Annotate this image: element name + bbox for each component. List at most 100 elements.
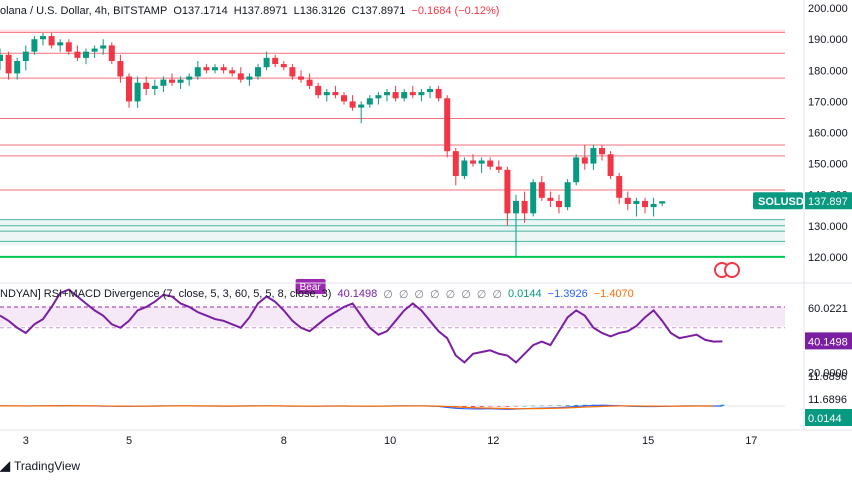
- indicator-value: −1.4070: [593, 288, 634, 300]
- macd-pane: 11.6896 0.0144: [0, 394, 852, 426]
- candle-body: [358, 104, 365, 108]
- indicator-value: −1.3926: [547, 288, 588, 300]
- candle-body: [495, 166, 502, 170]
- price-tick-label: 170.000: [808, 96, 848, 108]
- macd-histogram-bar: [557, 405, 561, 406]
- price-tick-label: 160.000: [808, 128, 848, 140]
- candle-body: [452, 151, 459, 177]
- candle-body: [409, 92, 416, 96]
- event-flag-icon: [724, 262, 740, 278]
- rsi-tick-label: 60.0221: [808, 303, 848, 315]
- price-tick-label: 150.000: [808, 159, 848, 171]
- time-tick-label: 12: [487, 435, 499, 447]
- candle-body: [366, 98, 373, 105]
- candle-body: [547, 197, 554, 201]
- indicator-value: 0.0144: [507, 288, 542, 300]
- candle-body: [418, 92, 425, 96]
- candle-body: [91, 48, 98, 52]
- price-tick-label: 120.000: [808, 252, 848, 264]
- price-tick-label: 190.000: [808, 34, 848, 46]
- candle-body: [14, 60, 21, 74]
- candle-body: [212, 67, 218, 71]
- candle-body: [5, 54, 12, 74]
- macd-histogram-bar: [471, 406, 475, 408]
- time-tick-label: 10: [384, 435, 396, 447]
- candle-body: [564, 182, 571, 208]
- candle-body: [83, 51, 89, 58]
- candle-body: [194, 67, 201, 77]
- candle-body: [134, 82, 141, 102]
- ohlc-close: C137.8971: [351, 5, 406, 17]
- indicator-title[interactable]: NDYAN] RSI+MACD Divergence (7, close, 5,…: [0, 288, 331, 301]
- candle-body: [650, 204, 657, 208]
- time-tick-label: 3: [23, 435, 29, 447]
- candle-body: [401, 92, 408, 99]
- candle-body: [427, 88, 433, 93]
- candle-body: [521, 200, 528, 214]
- price-chart[interactable]: Bear60.022120.000011.689640.1498 11.6896…: [0, 0, 852, 485]
- candle-body: [280, 64, 287, 68]
- candle-body: [289, 67, 296, 77]
- candle-body: [151, 85, 158, 89]
- time-tick-label: 8: [281, 435, 287, 447]
- candle-body: [573, 157, 580, 183]
- candle-body: [384, 92, 390, 96]
- candle-body: [435, 88, 442, 99]
- ohlc-low: L136.3126: [293, 5, 346, 17]
- macd-histogram-bar: [539, 405, 544, 407]
- candle-body: [633, 200, 640, 205]
- candle-body: [461, 160, 468, 177]
- candle-body: [169, 79, 175, 83]
- indicator-header: NDYAN] RSI+MACD Divergence (7, close, 5,…: [0, 288, 634, 301]
- candle-body: [599, 148, 605, 155]
- candle-body: [117, 60, 124, 77]
- macd-histogram-bar: [565, 405, 570, 406]
- candle-body: [590, 148, 597, 164]
- candle-body: [143, 82, 150, 89]
- candle-body: [530, 182, 537, 214]
- candle-body: [504, 169, 511, 214]
- candle-body: [220, 67, 227, 71]
- indicator-value: ∅: [398, 289, 409, 301]
- time-tick-label: 5: [126, 435, 132, 447]
- indicator-value: ∅: [461, 289, 471, 301]
- candle-body: [160, 79, 167, 86]
- indicator-value: 40.1498: [337, 288, 378, 300]
- ohlc-high: H137.8971: [233, 5, 288, 17]
- candle-body: [0, 54, 3, 61]
- candle-body: [237, 73, 244, 80]
- symbol-badge-label: SOLUSD: [758, 196, 804, 208]
- candle-body: [229, 70, 236, 74]
- macd-histogram-bar: [531, 405, 536, 407]
- candle-body: [246, 76, 253, 80]
- candle-body: [40, 36, 46, 40]
- indicator-value: ∅: [383, 289, 393, 301]
- candle-body: [74, 51, 81, 58]
- candle-body: [349, 101, 356, 108]
- candle-body: [203, 67, 210, 71]
- time-tick-label: 15: [642, 435, 654, 447]
- candle-body: [100, 45, 107, 49]
- macd-histogram-bar: [548, 405, 553, 407]
- ohlc-open: O137.1714: [173, 5, 228, 17]
- candle-body: [487, 160, 494, 167]
- candle-body: [323, 92, 330, 96]
- tradingview-brand[interactable]: ◢ TradingView: [0, 458, 80, 474]
- candle-body: [624, 197, 631, 205]
- macd-histogram-bar: [479, 406, 484, 407]
- candle-body: [298, 76, 304, 80]
- candle-body: [478, 160, 485, 164]
- candle-body: [108, 45, 115, 61]
- indicator-value: ∅: [445, 289, 456, 301]
- indicator-values: 40.1498 ∅ ∅ ∅ ∅ ∅ ∅ ∅ ∅ 0.0144 −1.3926 −1.4070: [337, 288, 633, 301]
- candle-body: [470, 160, 476, 164]
- candle-body: [306, 79, 313, 86]
- symbol-title[interactable]: olana / U.S. Dollar, 4h, BITSTAMP: [0, 5, 167, 17]
- price-tick-label: 180.000: [808, 65, 848, 77]
- macd-histogram-bar: [522, 406, 527, 407]
- indicator-value: ∅: [492, 289, 502, 301]
- macd-histogram-bar: [496, 406, 501, 407]
- candle-body: [659, 201, 666, 204]
- candle-body: [341, 95, 347, 102]
- candle-body: [392, 92, 399, 99]
